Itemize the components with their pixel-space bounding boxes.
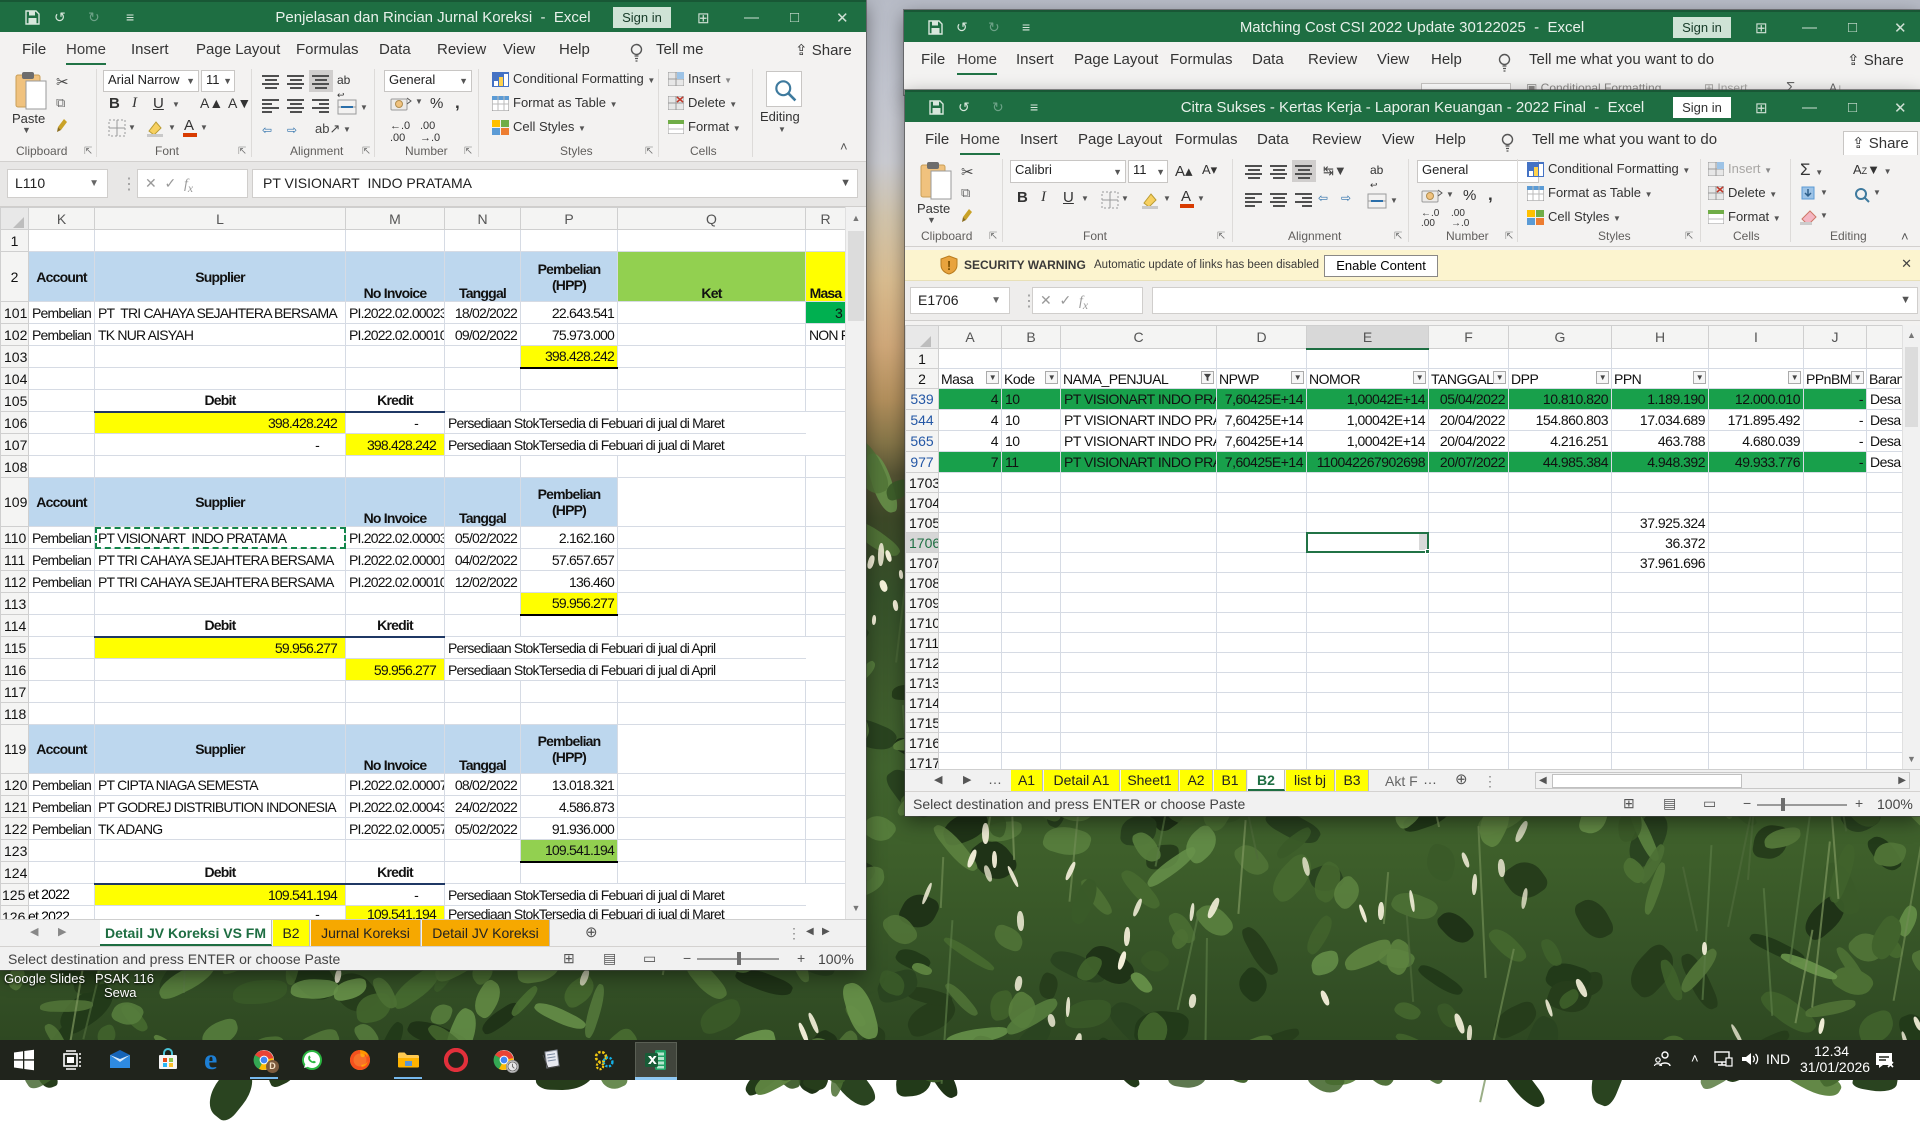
svg-text:!: ! <box>947 258 951 273</box>
